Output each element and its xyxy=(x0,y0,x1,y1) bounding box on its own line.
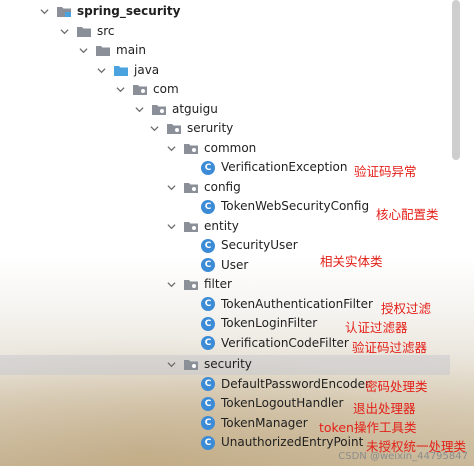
tree-node-label: serurity xyxy=(187,121,234,136)
class-icon: C xyxy=(201,199,215,214)
annotation-password: 密码处理类 xyxy=(365,379,428,394)
chevron-down-icon[interactable] xyxy=(165,279,177,291)
watermark-text: CSDN @weixin_44795847 xyxy=(338,451,468,462)
chevron-down-icon[interactable] xyxy=(133,103,145,115)
tree-node-label: VerificationException xyxy=(221,160,348,175)
tree-node-serurity[interactable]: serurity xyxy=(0,119,450,139)
class-icon: C xyxy=(201,297,215,312)
package-icon xyxy=(183,278,199,291)
tree-node-spring-security[interactable]: spring_security xyxy=(0,2,450,22)
folder-icon xyxy=(95,44,111,57)
class-icon: C xyxy=(201,258,215,273)
tree-node-label: filter xyxy=(204,277,232,292)
annotation-entity: 相关实体类 xyxy=(320,254,383,269)
tree-node-common[interactable]: common xyxy=(0,139,450,159)
chevron-down-icon[interactable] xyxy=(114,84,126,96)
tree-node-label: src xyxy=(97,23,115,38)
package-icon xyxy=(166,122,182,135)
class-icon: C xyxy=(201,336,215,351)
source-folder-icon xyxy=(113,64,129,77)
project-folder-icon xyxy=(56,5,72,18)
tree-node-label: common xyxy=(204,140,257,155)
tree-node-label: java xyxy=(134,62,160,77)
tree-node-label: User xyxy=(221,257,249,272)
tree-node-label: config xyxy=(204,179,241,194)
tree-node-label: SecurityUser xyxy=(221,238,298,253)
package-icon xyxy=(183,358,199,371)
tree-node-com[interactable]: com xyxy=(0,80,450,100)
tree-node-java[interactable]: java xyxy=(0,61,450,81)
tree-node-filter[interactable]: filter xyxy=(0,275,450,295)
tree-node-label: security xyxy=(204,357,252,372)
tree-node-src[interactable]: src xyxy=(0,22,450,42)
package-icon xyxy=(183,181,199,194)
chevron-down-icon[interactable] xyxy=(165,220,177,232)
tree-node-label: VerificationCodeFilter xyxy=(221,335,349,350)
package-icon xyxy=(132,83,148,96)
tree-node-label: com xyxy=(153,82,179,97)
class-icon: C xyxy=(201,160,215,175)
tree-node-atguigu[interactable]: atguigu xyxy=(0,100,450,120)
tree-node-main[interactable]: main xyxy=(0,41,450,61)
tree-node-config[interactable]: config xyxy=(0,178,450,198)
tree-node-label: TokenLoginFilter xyxy=(221,316,318,331)
annotation-token-manager: token操作工具类 xyxy=(319,420,417,435)
annotation-code-filter: 验证码过滤器 xyxy=(352,340,428,355)
chevron-down-icon[interactable] xyxy=(165,359,177,371)
annotation-login-filter: 认证过滤器 xyxy=(345,320,408,335)
class-icon: C xyxy=(201,396,215,411)
package-icon xyxy=(183,220,199,233)
annotation-auth-filter: 授权过滤 xyxy=(381,301,432,316)
tree-node-label: atguigu xyxy=(172,101,218,116)
annotation-core-config: 核心配置类 xyxy=(376,207,439,222)
class-icon: C xyxy=(201,238,215,253)
tree-node-label: main xyxy=(116,43,146,58)
chevron-down-icon[interactable] xyxy=(165,142,177,154)
tree-node-security[interactable]: security xyxy=(0,355,450,375)
chevron-down-icon[interactable] xyxy=(148,123,160,135)
tree-node-label: TokenAuthenticationFilter xyxy=(221,296,373,311)
annotation-logout: 退出处理器 xyxy=(353,401,416,416)
class-icon: C xyxy=(201,377,215,392)
tree-node-label: spring_security xyxy=(77,4,181,19)
tree-node-label: TokenLogoutHandler xyxy=(221,396,344,411)
class-icon: C xyxy=(201,316,215,331)
tree-node-label: DefaultPasswordEncoder xyxy=(221,376,370,391)
chevron-down-icon[interactable] xyxy=(58,25,70,37)
vertical-scrollbar[interactable] xyxy=(452,0,460,160)
tree-node-label: UnauthorizedEntryPoint xyxy=(221,435,364,450)
class-icon: C xyxy=(201,435,215,450)
folder-icon xyxy=(76,25,92,38)
chevron-down-icon[interactable] xyxy=(77,45,89,57)
package-icon xyxy=(151,103,167,116)
class-icon: C xyxy=(201,416,215,431)
tree-node-label: TokenManager xyxy=(221,415,308,430)
annotation-verification-exception: 验证码异常 xyxy=(354,164,417,179)
package-icon xyxy=(183,142,199,155)
chevron-down-icon[interactable] xyxy=(165,181,177,193)
tree-node-label: TokenWebSecurityConfig xyxy=(221,199,370,214)
chevron-down-icon[interactable] xyxy=(38,6,50,18)
chevron-down-icon[interactable] xyxy=(95,64,107,76)
tree-node-label: entity xyxy=(204,218,239,233)
